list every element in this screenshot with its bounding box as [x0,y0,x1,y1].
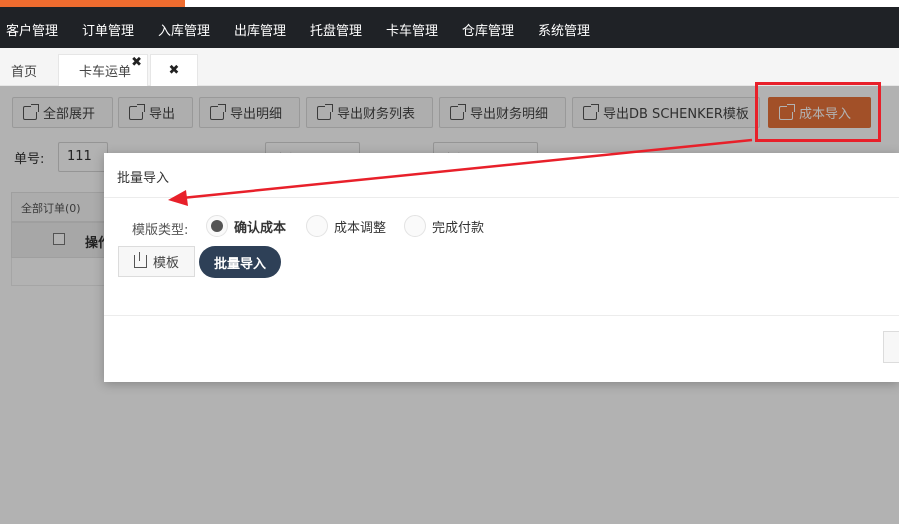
nav-item-order[interactable]: 订单管理 [82,20,134,39]
radio-circle [404,215,426,237]
close-all-tabs-button[interactable]: ✖ [150,54,198,86]
batch-import-modal: 批量导入 模版类型: 确认成本 成本调整 完成付款 模板 批量导入 [104,153,899,382]
modal-footer-button[interactable] [883,331,899,363]
tab-truck-waybill-label: 卡车运单 [79,65,132,80]
template-download-button[interactable]: 模板 [118,246,195,277]
nav-item-warehouse[interactable]: 仓库管理 [462,20,514,39]
radio-confirm-cost[interactable]: 确认成本 [206,215,286,237]
tab-home[interactable]: 首页 [11,54,37,86]
radio-label: 完成付款 [432,220,485,236]
tab-home-label: 首页 [11,64,38,80]
close-icon: ✖ [168,63,180,78]
nav-item-system[interactable]: 系统管理 [538,20,590,39]
radio-label: 成本调整 [334,220,387,236]
modal-footer-divider [104,315,899,316]
radio-circle [306,215,328,237]
template-label: 模板 [152,256,179,271]
radio-payment-complete[interactable]: 完成付款 [404,215,484,237]
top-accent-bar [0,0,185,7]
main-nav: 客户管理 订单管理 入库管理 出库管理 托盘管理 卡车管理 仓库管理 系统管理 [0,7,899,48]
tab-truck-waybill[interactable]: 卡车运单 ✖ [58,54,148,86]
radio-label: 确认成本 [234,220,287,236]
radio-circle [206,215,228,237]
close-tab-icon[interactable]: ✖ [131,55,142,70]
nav-item-pallet[interactable]: 托盘管理 [310,20,362,39]
nav-item-inbound[interactable]: 入库管理 [158,20,210,39]
download-icon [133,252,147,268]
nav-item-truck[interactable]: 卡车管理 [386,20,438,39]
modal-title: 批量导入 [117,171,170,186]
modal-divider [104,197,899,198]
nav-item-customer[interactable]: 客户管理 [6,20,58,39]
radio-cost-adjust[interactable]: 成本调整 [306,215,386,237]
highlight-box [755,82,881,142]
template-type-label: 模版类型: [132,223,189,238]
nav-item-outbound[interactable]: 出库管理 [234,20,286,39]
tab-bar: 首页 卡车运单 ✖ ✖ [0,48,899,86]
batch-import-button[interactable]: 批量导入 [199,246,281,278]
